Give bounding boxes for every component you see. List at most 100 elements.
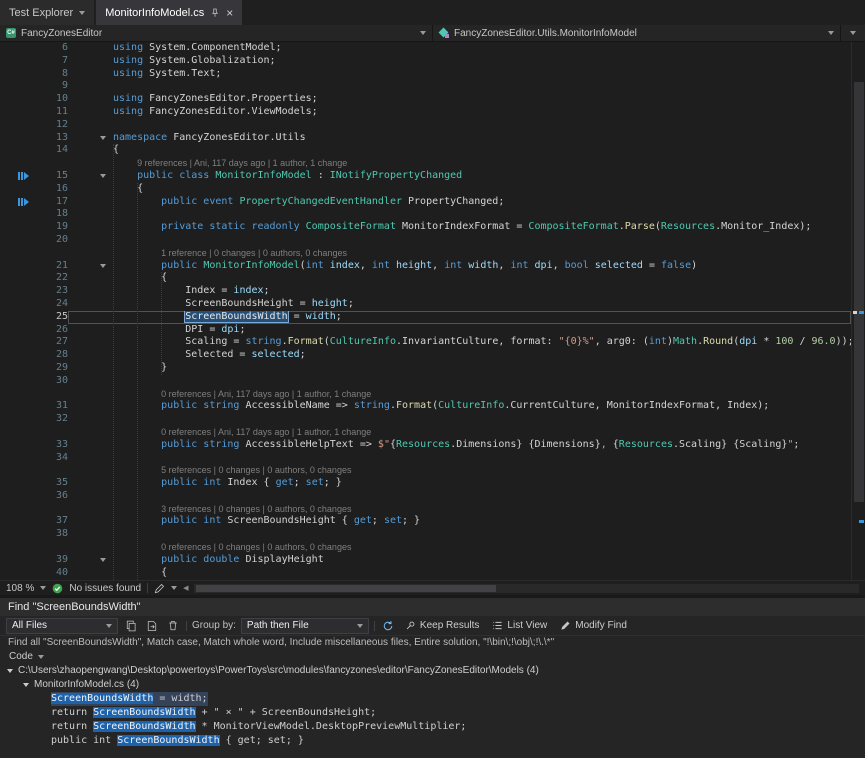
outline-margin[interactable] [68, 260, 113, 273]
code-text[interactable]: } [113, 362, 851, 375]
code-text[interactable]: namespace FancyZonesEditor.Utils [113, 132, 851, 145]
clear-results-icon[interactable] [165, 618, 181, 634]
outline-margin[interactable] [68, 515, 113, 528]
code-text[interactable]: public event PropertyChangedEventHandler… [113, 196, 851, 209]
code-text[interactable]: using FancyZonesEditor.ViewModels; [113, 106, 851, 119]
outline-margin[interactable] [68, 554, 113, 567]
project-dropdown[interactable]: C# FancyZonesEditor [0, 25, 433, 41]
code-text[interactable] [113, 452, 851, 465]
code-text[interactable]: private static readonly CompositeFormat … [113, 221, 851, 234]
code-text[interactable]: { [113, 183, 851, 196]
glyph-margin[interactable] [0, 541, 40, 554]
outline-margin[interactable] [68, 567, 113, 580]
glyph-margin[interactable] [0, 490, 40, 503]
code-text[interactable] [113, 119, 851, 132]
glyph-margin[interactable] [0, 183, 40, 196]
outline-margin[interactable] [68, 196, 113, 209]
zoom-level[interactable]: 108 % [6, 583, 34, 594]
outline-margin[interactable] [68, 452, 113, 465]
outline-margin[interactable] [68, 298, 113, 311]
code-text[interactable]: public string AccessibleName => string.F… [113, 400, 851, 413]
scrollbar-thumb[interactable] [196, 585, 495, 592]
find-result-row[interactable]: public int ScreenBoundsWidth { get; set;… [0, 734, 865, 748]
glyph-margin[interactable] [0, 272, 40, 285]
glyph-margin[interactable] [0, 503, 40, 516]
outline-margin[interactable] [68, 477, 113, 490]
outline-margin[interactable] [68, 349, 113, 362]
code-text[interactable] [113, 413, 851, 426]
code-text[interactable]: public string AccessibleHelpText => $"{R… [113, 439, 851, 452]
outline-margin[interactable] [68, 106, 113, 119]
glyph-margin[interactable] [0, 349, 40, 362]
code-text[interactable]: using System.Text; [113, 68, 851, 81]
glyph-margin[interactable] [0, 311, 40, 324]
find-result-row[interactable]: ScreenBoundsWidth = width; [0, 692, 865, 706]
glyph-margin[interactable] [0, 439, 40, 452]
code-text[interactable] [113, 234, 851, 247]
scrollbar-thumb[interactable] [854, 82, 864, 502]
outline-margin[interactable] [68, 132, 113, 145]
outline-margin[interactable] [68, 528, 113, 541]
glyph-margin[interactable] [0, 157, 40, 170]
code-text[interactable] [113, 80, 851, 93]
vertical-scrollbar[interactable] [851, 42, 865, 580]
close-icon[interactable]: × [226, 8, 233, 18]
glyph-margin[interactable] [0, 400, 40, 413]
code-text[interactable]: public int ScreenBoundsHeight { get; set… [113, 515, 851, 528]
code-text[interactable] [113, 528, 851, 541]
outline-margin[interactable] [68, 170, 113, 183]
code-text[interactable]: public class MonitorInfoModel : INotifyP… [113, 170, 851, 183]
outline-margin[interactable] [68, 439, 113, 452]
copy-results-icon[interactable] [123, 618, 139, 634]
chevron-down-icon[interactable] [40, 586, 46, 590]
code-text[interactable]: public MonitorInfoModel(int index, int h… [113, 260, 851, 273]
code-text[interactable]: ScreenBoundsWidth = width; [113, 311, 851, 324]
outline-margin[interactable] [68, 183, 113, 196]
code-editor[interactable]: 6using System.ComponentModel;7using Syst… [0, 42, 865, 580]
horizontal-scrollbar[interactable] [194, 584, 859, 593]
code-text[interactable]: { [113, 567, 851, 580]
code-text[interactable]: { [113, 272, 851, 285]
outline-margin[interactable] [68, 503, 113, 516]
glyph-margin[interactable] [0, 362, 40, 375]
glyph-margin[interactable] [0, 336, 40, 349]
glyph-margin[interactable] [0, 132, 40, 145]
code-text[interactable] [113, 208, 851, 221]
glyph-margin[interactable] [0, 375, 40, 388]
collapse-chevron-icon[interactable] [100, 174, 106, 178]
glyph-margin[interactable] [0, 234, 40, 247]
code-text[interactable] [113, 375, 851, 388]
glyph-margin[interactable] [0, 388, 40, 401]
suggestions-icon[interactable] [154, 583, 165, 594]
glyph-margin[interactable] [0, 208, 40, 221]
collapse-chevron-icon[interactable] [100, 264, 106, 268]
outline-margin[interactable] [68, 144, 113, 157]
outline-margin[interactable] [68, 272, 113, 285]
expander-icon[interactable] [7, 669, 13, 673]
code-text[interactable]: public double DisplayHeight [113, 554, 851, 567]
outline-margin[interactable] [68, 400, 113, 413]
expander-icon[interactable] [23, 683, 29, 687]
outline-margin[interactable] [68, 42, 113, 55]
glyph-margin[interactable] [0, 260, 40, 273]
code-text[interactable]: Selected = selected; [113, 349, 851, 362]
glyph-margin[interactable] [0, 93, 40, 106]
glyph-margin[interactable] [0, 298, 40, 311]
pin-icon[interactable] [210, 8, 220, 18]
keep-results-toggle[interactable]: Keep Results [401, 618, 483, 634]
glyph-margin[interactable] [0, 196, 40, 209]
outline-margin[interactable] [68, 311, 113, 324]
code-text[interactable]: using System.Globalization; [113, 55, 851, 68]
glyph-margin[interactable] [0, 324, 40, 337]
outline-margin[interactable] [68, 157, 113, 170]
tab-monitorinfomodel[interactable]: MonitorInfoModel.cs × [96, 0, 242, 25]
code-text[interactable]: ScreenBoundsHeight = height; [113, 298, 851, 311]
glyph-margin[interactable] [0, 464, 40, 477]
outline-margin[interactable] [68, 490, 113, 503]
find-result-row[interactable]: return ScreenBoundsWidth + " × " + Scree… [0, 706, 865, 720]
glyph-margin[interactable] [0, 426, 40, 439]
outline-margin[interactable] [68, 221, 113, 234]
scope-dropdown[interactable]: All Files [6, 618, 118, 634]
outline-margin[interactable] [68, 541, 113, 554]
code-text[interactable]: public int Index { get; set; } [113, 477, 851, 490]
